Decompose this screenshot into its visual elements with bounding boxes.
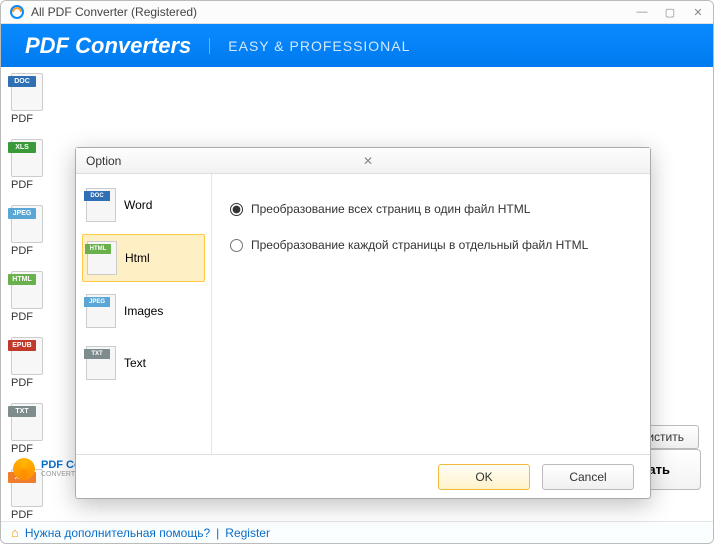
option-each-page-label: Преобразование каждой страницы в отдельн… [251,238,588,252]
app-icon [9,4,25,20]
dialog-format-word[interactable]: DOC Word [82,182,205,228]
format-icon: EPUB [11,337,43,375]
register-link[interactable]: Register [225,526,270,540]
format-icon: JPEG [86,294,116,328]
window-title: All PDF Converter (Registered) [31,5,635,19]
format-label: PDF [11,377,33,389]
dialog-titlebar: Option ✕ [76,148,650,174]
home-icon[interactable]: ⌂ [11,525,19,540]
options-dialog: Option ✕ DOC Word HTML Html JPEG Images TXT Tex… [75,147,651,499]
dialog-content: Преобразование всех страниц в один файл … [212,174,650,454]
format-icon: HTML [11,271,43,309]
cancel-button[interactable]: Cancel [542,464,634,490]
banner: PDF Converters EASY & PROFESSIONAL [1,24,713,67]
brand-text: PDF Converters [25,33,191,59]
format-icon: HTML [87,241,117,275]
format-label: PDF [11,245,33,257]
close-button[interactable]: ✕ [691,5,705,19]
option-all-pages[interactable]: Преобразование всех страниц в один файл … [230,202,632,216]
option-each-page-radio[interactable] [230,239,243,252]
dialog-format-images[interactable]: JPEG Images [82,288,205,334]
format-label: Text [124,356,146,370]
format-label: Word [124,198,152,212]
format-item-doc[interactable]: DOC PDF [11,73,65,125]
format-icon: DOC [86,188,116,222]
option-all-pages-label: Преобразование всех страниц в один файл … [251,202,530,216]
footer-separator: | [216,526,219,540]
format-icon: TXT [11,403,43,441]
minimize-button[interactable]: — [635,5,649,19]
dialog-title: Option [86,154,363,168]
format-label: PDF [11,179,33,191]
dialog-format-html[interactable]: HTML Html [82,234,205,282]
statusbar: ⌂ Нужна дополнительная помощь? | Registe… [1,521,713,543]
format-item-jpeg[interactable]: JPEG PDF [11,205,65,257]
format-icon: XLS [11,139,43,177]
help-link[interactable]: Нужна дополнительная помощь? [25,526,210,540]
dialog-close-button[interactable]: ✕ [363,154,640,168]
format-icon: TXT [86,346,116,380]
app-window: All PDF Converter (Registered) — ▢ ✕ PDF… [0,0,714,544]
dialog-footer: OK Cancel [76,454,650,498]
main-area: DOCPDFXLSPDFJPEGPDFHTMLPDFEPUBPDFTXTPDFX… [1,67,713,521]
format-label: Html [125,251,150,265]
option-all-pages-radio[interactable] [230,203,243,216]
format-icon: DOC [11,73,43,111]
titlebar: All PDF Converter (Registered) — ▢ ✕ [1,1,713,24]
format-label: PDF [11,113,33,125]
dialog-sidebar: DOC Word HTML Html JPEG Images TXT Text [76,174,212,454]
format-icon: JPEG [11,205,43,243]
tagline-text: EASY & PROFESSIONAL [209,38,410,54]
format-label: PDF [11,509,33,521]
format-item-xls[interactable]: XLS PDF [11,139,65,191]
format-label: Images [124,304,163,318]
logo-orb [13,458,35,480]
format-item-epub[interactable]: EPUB PDF [11,337,65,389]
format-label: PDF [11,311,33,323]
dialog-format-text[interactable]: TXT Text [82,340,205,386]
window-controls: — ▢ ✕ [635,5,705,19]
option-each-page[interactable]: Преобразование каждой страницы в отдельн… [230,238,632,252]
dialog-body: DOC Word HTML Html JPEG Images TXT Text Преобра… [76,174,650,454]
maximize-button[interactable]: ▢ [663,5,677,19]
ok-button[interactable]: OK [438,464,530,490]
format-item-html[interactable]: HTML PDF [11,271,65,323]
